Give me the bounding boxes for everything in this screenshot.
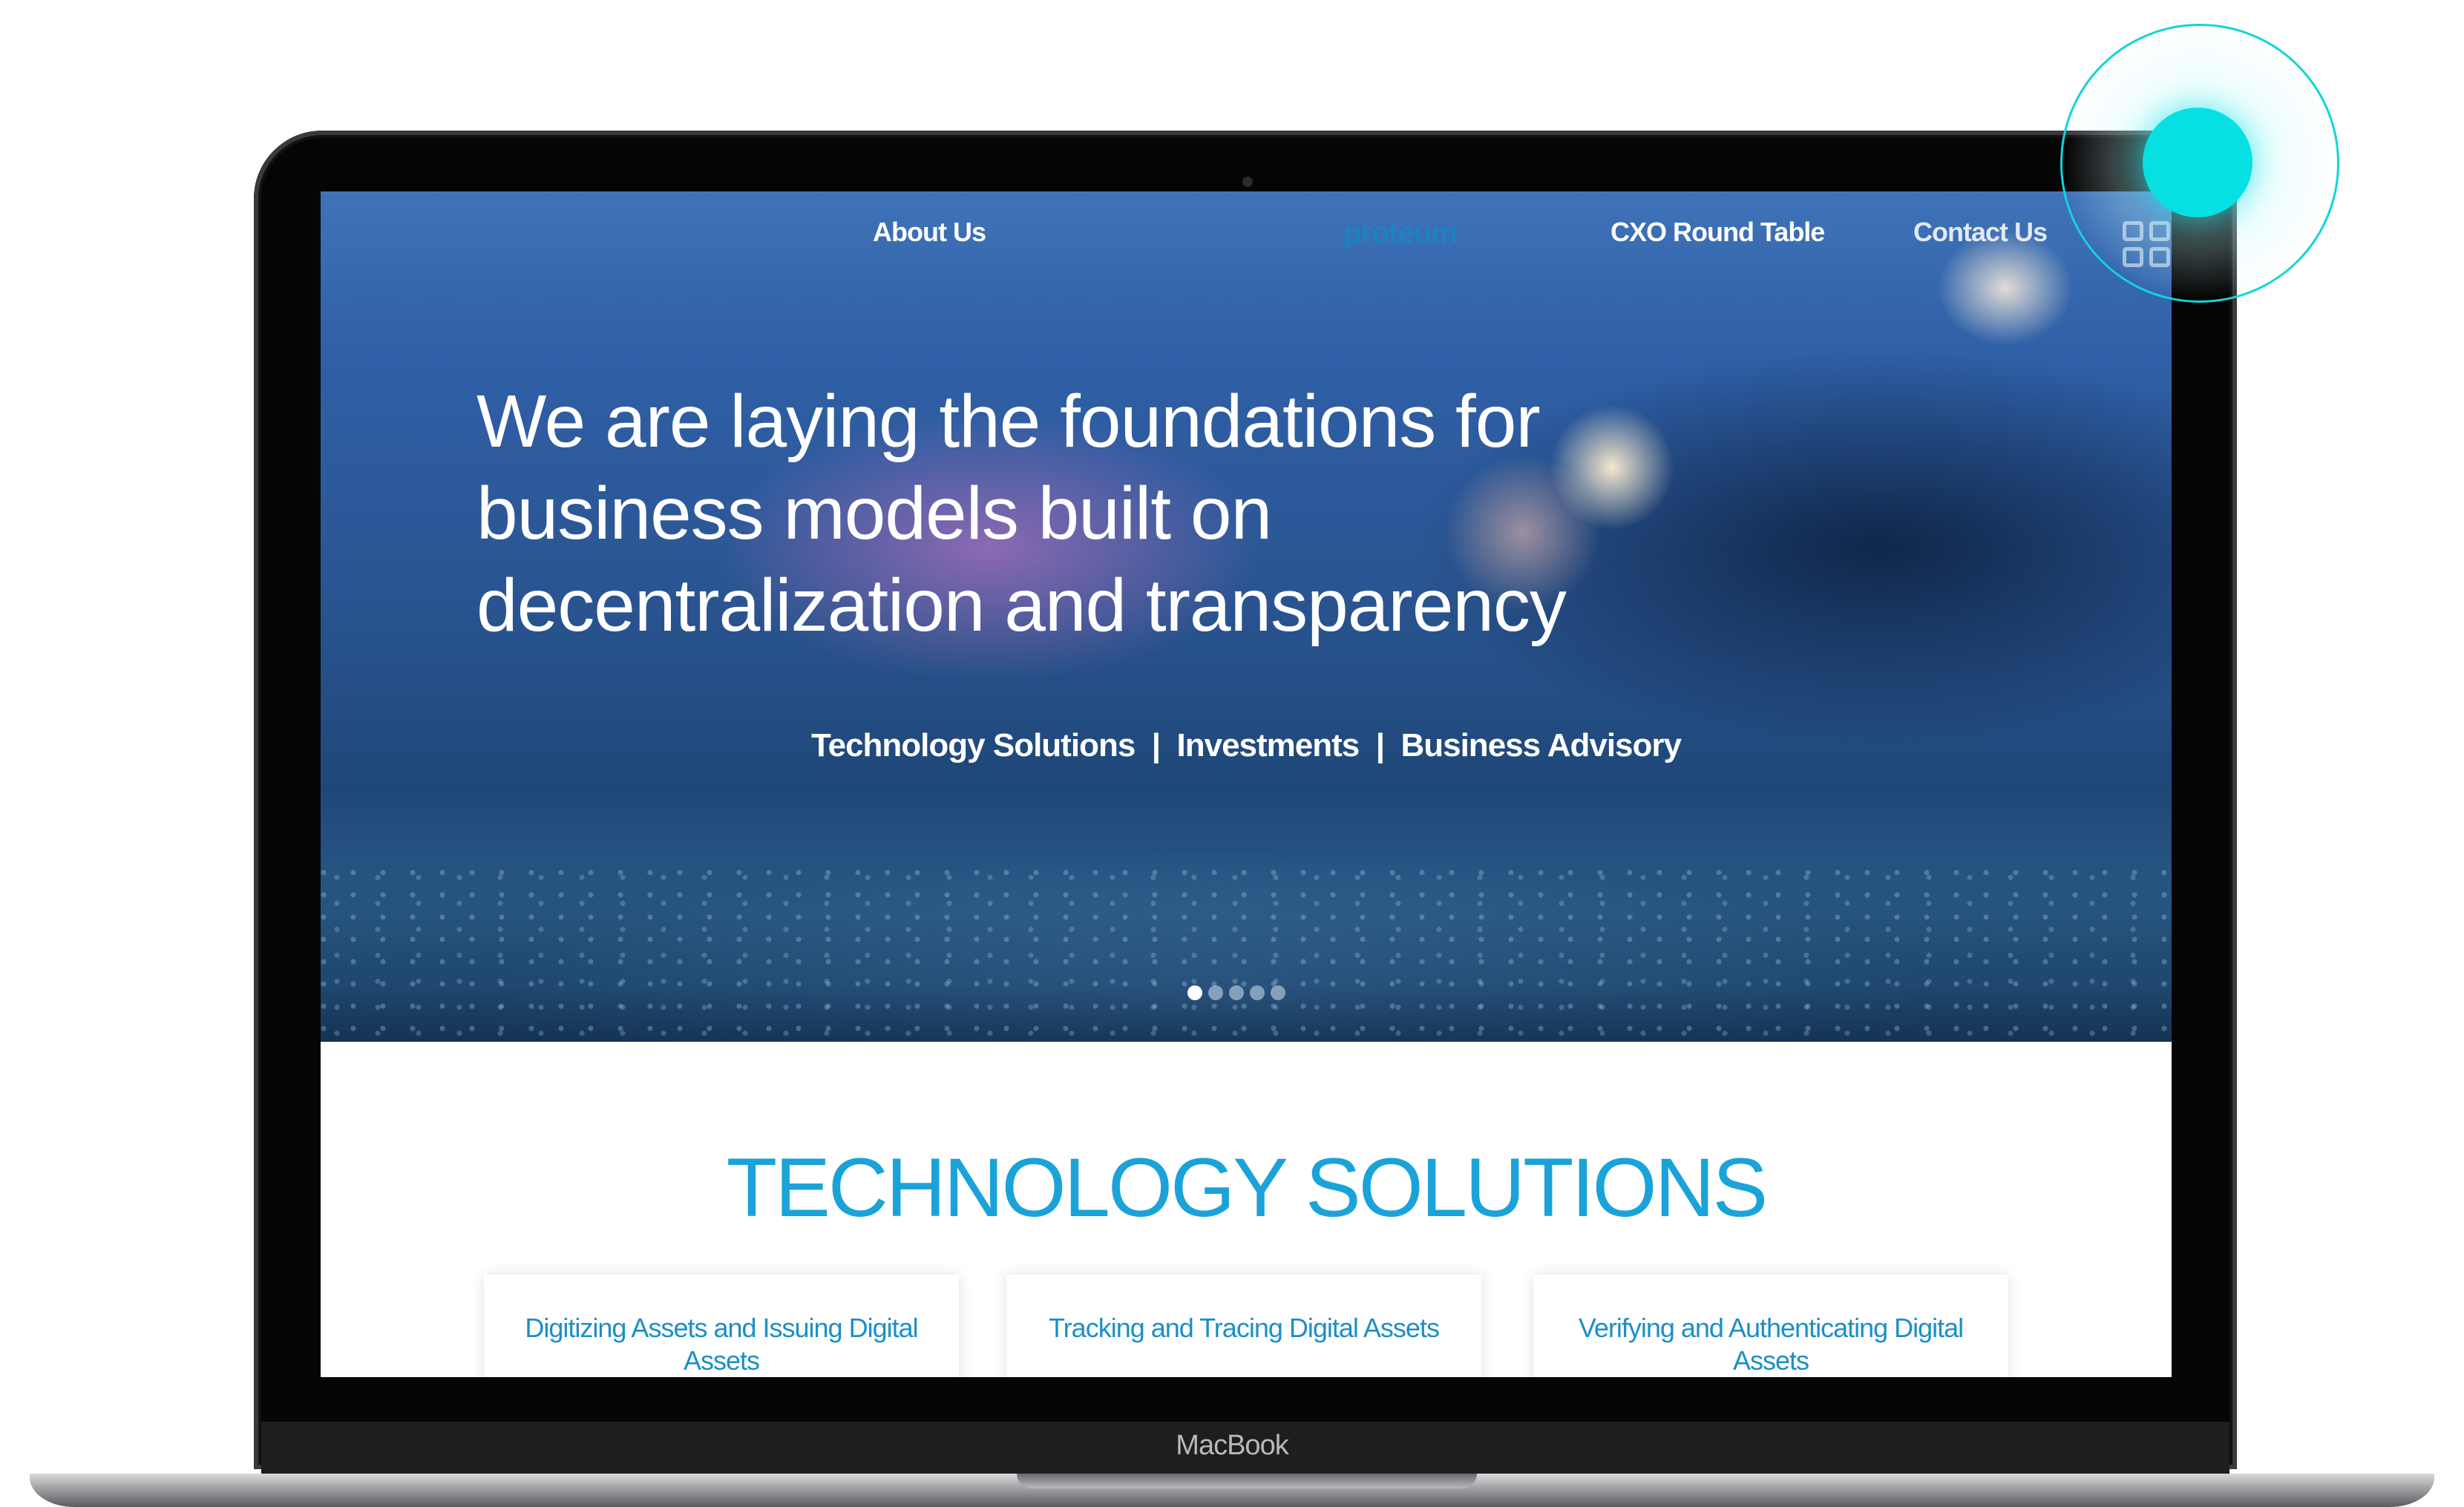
hero-title-line-2: business models built on: [476, 472, 1272, 555]
slider-dot-5[interactable]: [1271, 985, 1285, 1000]
nav-about-us[interactable]: About Us: [873, 217, 986, 248]
solution-card-label: Digitizing Assets and Issuing Digital As…: [525, 1313, 918, 1376]
device-label: MacBook: [1176, 1430, 1288, 1461]
slider-dot-1[interactable]: [1187, 985, 1202, 1000]
laptop-base-notch: [1017, 1474, 1477, 1488]
touch-indicator-dot: [2143, 108, 2252, 217]
hero-title: We are laying the foundations for busine…: [476, 375, 1738, 651]
slider-dot-3[interactable]: [1229, 985, 1244, 1000]
section-title: TECHNOLOGY SOLUTIONS: [726, 1141, 1768, 1234]
camera-icon: [1242, 177, 1253, 187]
nav-cxo-round-table[interactable]: CXO Round Table: [1611, 217, 1825, 248]
hero-background-texture: [321, 859, 2172, 1042]
solution-card[interactable]: Tracking and Tracing Digital Assets: [1006, 1275, 1481, 1377]
solution-card-label: Verifying and Authenticating Digital Ass…: [1578, 1313, 1964, 1376]
nav-contact-us[interactable]: Contact Us: [1913, 217, 2048, 248]
top-nav: About Us ​ proteum CXO Round Table Conta…: [321, 202, 2172, 269]
solution-card-label: Tracking and Tracing Digital Assets: [1049, 1313, 1440, 1343]
slider-dot-2[interactable]: [1208, 985, 1223, 1000]
slider-dots: [1187, 985, 1285, 1000]
solution-card[interactable]: Verifying and Authenticating Digital Ass…: [1533, 1275, 2008, 1377]
slider-dot-4[interactable]: [1250, 985, 1265, 1000]
hero-subtitle: Technology Solutions | Investments | Bus…: [811, 727, 1682, 764]
hero-title-line-1: We are laying the foundations for: [476, 380, 1541, 463]
hero-title-line-3: decentralization and transparency: [476, 564, 1567, 647]
browser-screen: About Us ​ proteum CXO Round Table Conta…: [321, 191, 2172, 1377]
nav-logo[interactable]: proteum: [1343, 217, 1458, 250]
solution-card[interactable]: Digitizing Assets and Issuing Digital As…: [484, 1275, 959, 1377]
